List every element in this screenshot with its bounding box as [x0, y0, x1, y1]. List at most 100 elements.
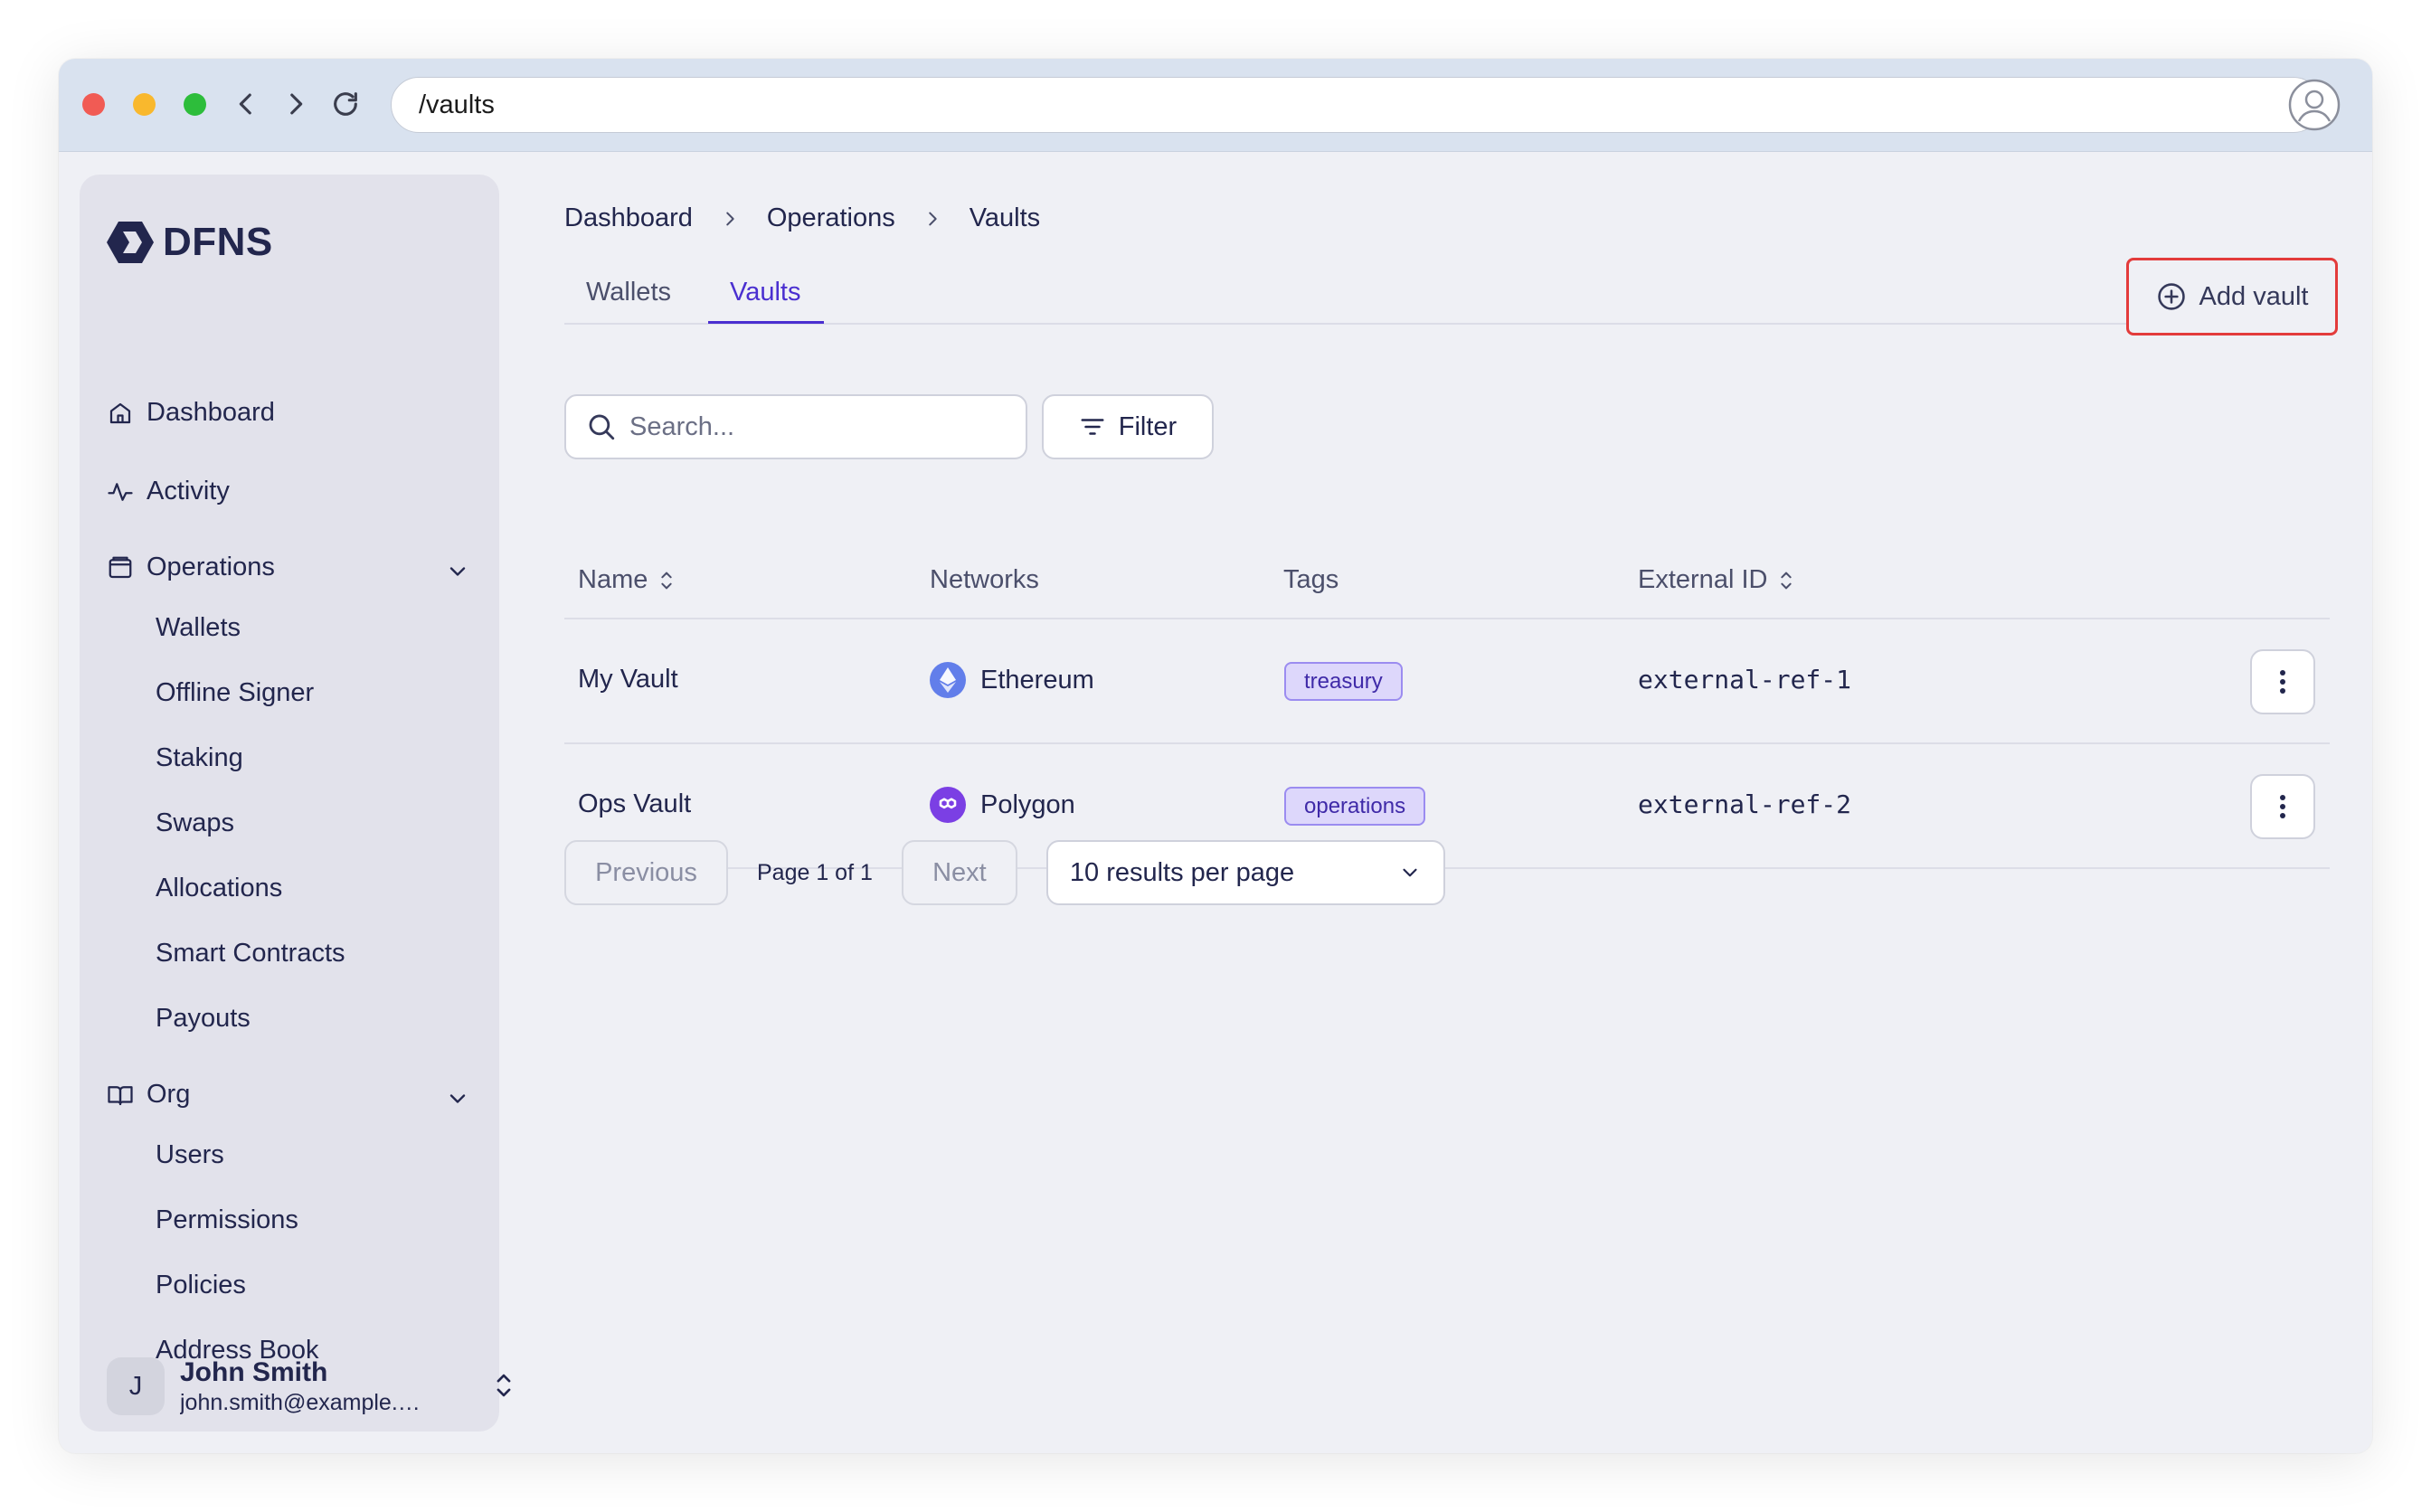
browser-window: /vaults DFNS Dashboard Activity Operatio…	[59, 59, 2372, 1453]
book-icon	[108, 1085, 133, 1105]
pagination: Previous Page 1 of 1 Next 10 results per…	[564, 840, 1445, 905]
sidebar-item-users[interactable]: Users	[156, 1140, 224, 1170]
column-header-networks: Networks	[930, 565, 1039, 595]
network-cell: Ethereum	[930, 662, 1094, 698]
sort-icon	[1781, 572, 1793, 589]
sidebar-item-wallets[interactable]: Wallets	[156, 613, 241, 643]
previous-page-button[interactable]: Previous	[564, 840, 728, 905]
table-row[interactable]: My Vault Ethereum treasury external-ref-…	[564, 619, 2330, 744]
next-page-button[interactable]: Next	[901, 840, 1017, 905]
chevron-left-icon	[239, 93, 251, 115]
user-name: John Smith	[180, 1357, 328, 1387]
column-label: Tags	[1283, 565, 1339, 594]
chevron-down-icon[interactable]	[445, 1086, 470, 1111]
search-input[interactable]: Search...	[564, 394, 1027, 459]
sidebar-item-policies[interactable]: Policies	[156, 1271, 246, 1300]
breadcrumb: Dashboard Operations Vaults	[564, 203, 1040, 233]
chevron-right-icon	[928, 212, 937, 225]
back-button[interactable]	[228, 86, 264, 122]
column-header-external-id[interactable]: External ID	[1638, 565, 1798, 595]
vault-name: Ops Vault	[578, 789, 692, 818]
sidebar-item-label: Org	[147, 1080, 191, 1109]
sidebar-item-payouts[interactable]: Payouts	[156, 1004, 251, 1034]
more-vertical-icon	[2280, 795, 2285, 818]
chevron-down-icon	[1403, 868, 1417, 877]
tag-badge: treasury	[1284, 662, 1403, 701]
filter-label: Filter	[1118, 411, 1178, 441]
page-indicator: Page 1 of 1	[757, 859, 873, 885]
search-placeholder: Search...	[629, 411, 735, 441]
tab-vaults[interactable]: Vaults	[730, 278, 800, 307]
sidebar-item-swaps[interactable]: Swaps	[156, 808, 234, 838]
chevron-up-down-icon	[497, 1374, 511, 1397]
activity-icon	[108, 482, 133, 501]
user-circle-icon	[2288, 79, 2341, 131]
sidebar-item-staking[interactable]: Staking	[156, 743, 243, 773]
column-label: Name	[578, 565, 648, 594]
table-header: Name Networks Tags External ID	[564, 538, 2330, 619]
network-cell: Polygon	[930, 787, 1075, 823]
external-id: external-ref-2	[1638, 789, 1852, 819]
polygon-icon	[930, 787, 966, 823]
sidebar-item-dashboard[interactable]: Dashboard	[107, 398, 275, 428]
tag-badge: operations	[1284, 787, 1426, 826]
network-name: Ethereum	[980, 665, 1094, 695]
browser-toolbar: /vaults	[59, 59, 2372, 152]
column-header-name[interactable]: Name	[578, 565, 678, 595]
sidebar-item-smart-contracts[interactable]: Smart Contracts	[156, 939, 345, 969]
sidebar-item-label: Dashboard	[147, 398, 275, 427]
ethereum-icon	[930, 662, 966, 698]
breadcrumb-vaults: Vaults	[969, 203, 1041, 232]
sidebar-item-label: Operations	[147, 553, 275, 581]
close-window-button[interactable]	[82, 93, 105, 116]
address-bar[interactable]: /vaults	[391, 77, 2322, 133]
url-text: /vaults	[419, 90, 495, 119]
dfns-logo[interactable]: DFNS	[107, 220, 273, 265]
sidebar: DFNS Dashboard Activity Operations Walle…	[80, 175, 511, 1432]
active-tab-indicator	[708, 321, 824, 324]
results-per-page-select[interactable]: 10 results per page	[1045, 840, 1445, 905]
breadcrumb-dashboard[interactable]: Dashboard	[564, 203, 693, 233]
plus-circle-icon	[2157, 283, 2185, 310]
breadcrumb-operations[interactable]: Operations	[767, 203, 895, 233]
add-vault-label: Add vault	[2199, 281, 2309, 311]
reload-button[interactable]	[327, 86, 364, 122]
home-icon	[109, 402, 131, 423]
column-label: Networks	[930, 565, 1039, 594]
dfns-logo-icon	[107, 222, 154, 263]
sidebar-item-allocations[interactable]: Allocations	[156, 874, 282, 903]
row-actions-button[interactable]	[2250, 649, 2315, 714]
filter-icon	[1081, 419, 1104, 435]
chevron-down-icon[interactable]	[445, 559, 470, 584]
sidebar-item-activity[interactable]: Activity	[107, 477, 230, 506]
user-menu[interactable]: J John Smith john.smith@example.c...	[107, 1356, 511, 1416]
chevron-right-icon	[726, 212, 734, 225]
maximize-window-button[interactable]	[184, 93, 206, 116]
sidebar-item-permissions[interactable]: Permissions	[156, 1205, 298, 1235]
network-name: Polygon	[980, 789, 1075, 819]
avatar: J	[107, 1357, 165, 1415]
sidebar-item-offline-signer[interactable]: Offline Signer	[156, 678, 314, 708]
sidebar-item-label: Activity	[147, 477, 230, 506]
tab-bar: Wallets Vaults	[564, 265, 2319, 325]
browser-profile-button[interactable]	[2287, 78, 2341, 132]
per-page-value: 10 results per page	[1069, 857, 1295, 887]
search-icon	[589, 414, 615, 440]
minimize-window-button[interactable]	[133, 93, 156, 116]
sidebar-item-org[interactable]: Org	[107, 1080, 190, 1110]
external-id: external-ref-1	[1638, 665, 1852, 695]
column-label: External ID	[1638, 565, 1768, 594]
forward-button[interactable]	[278, 86, 314, 122]
sidebar-item-operations[interactable]: Operations	[107, 553, 275, 582]
logo-text: DFNS	[163, 220, 273, 264]
more-vertical-icon	[2280, 670, 2285, 694]
user-email: john.smith@example.c...	[180, 1390, 424, 1415]
row-actions-button[interactable]	[2250, 774, 2315, 839]
tab-wallets[interactable]: Wallets	[586, 278, 671, 307]
add-vault-button[interactable]: Add vault	[2126, 258, 2338, 335]
wallet-icon	[109, 556, 132, 578]
column-header-tags: Tags	[1283, 565, 1338, 595]
vault-name: My Vault	[578, 665, 678, 694]
vaults-table: Name Networks Tags External ID My Vault …	[564, 538, 2330, 869]
filter-button[interactable]: Filter	[1042, 394, 1214, 459]
